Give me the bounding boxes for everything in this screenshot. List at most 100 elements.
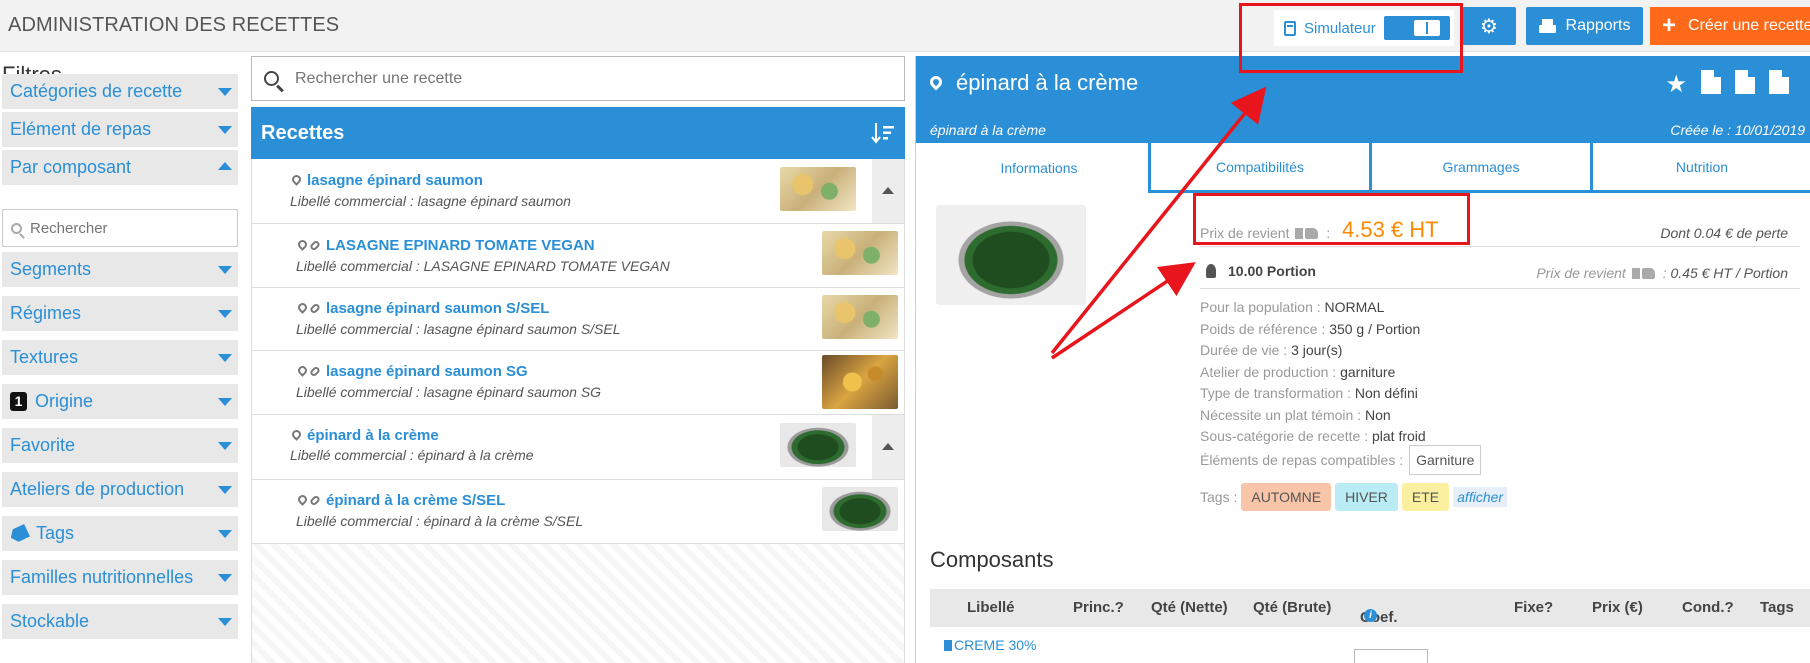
filter-stockable[interactable]: Stockable xyxy=(2,604,238,639)
component-search-field[interactable] xyxy=(2,209,238,247)
recipe-commercial: Libellé commercial : lasagne épinard sau… xyxy=(296,384,602,400)
print-icon[interactable] xyxy=(1701,70,1721,94)
detail-body: Prix de revient : 4.53 € HT Dont 0.04 € … xyxy=(930,193,1810,663)
filter-favorite[interactable]: Favorite xyxy=(2,428,238,463)
pin-icon xyxy=(290,173,303,186)
tab-informations[interactable]: Informations xyxy=(930,143,1148,193)
filter-label: Origine xyxy=(35,391,94,411)
filter-categories[interactable]: Catégories de recette xyxy=(2,74,238,109)
recipe-thumbnail xyxy=(822,231,898,275)
component-search-input[interactable] xyxy=(30,219,220,237)
filter-label: Elément de repas xyxy=(10,119,152,139)
col-header[interactable]: Qté (Nette) xyxy=(1151,599,1228,616)
chevron-down-icon xyxy=(218,88,232,96)
star-icon[interactable]: ★ xyxy=(1665,70,1687,99)
filter-label: Textures xyxy=(10,347,79,367)
link-icon xyxy=(308,365,322,378)
dish-photo xyxy=(936,205,1086,305)
filter-tags[interactable]: Tags xyxy=(2,516,238,551)
col-header[interactable]: Cond.? xyxy=(1682,599,1734,616)
list-item[interactable]: lasagne épinard saumon SG Libellé commer… xyxy=(252,351,904,415)
create-recipe-button[interactable]: + Créer une recette xyxy=(1650,7,1810,45)
filter-nutrition-families[interactable]: Familles nutritionnelles xyxy=(2,560,238,595)
recipe-commercial: Libellé commercial : épinard à la crème xyxy=(290,447,534,463)
chevron-down-icon xyxy=(218,310,232,318)
list-item[interactable]: lasagne épinard saumon Libellé commercia… xyxy=(252,159,904,224)
col-header[interactable]: Tags xyxy=(1760,599,1794,616)
info-row: Pour la population : NORMAL xyxy=(1200,299,1385,315)
chevron-down-icon xyxy=(218,398,232,406)
filter-label: Par composant xyxy=(10,157,132,177)
plus-icon: + xyxy=(1662,12,1677,39)
filter-textures[interactable]: Textures xyxy=(2,340,238,375)
chevron-up-icon[interactable] xyxy=(872,415,904,479)
show-tags-link[interactable]: afficher xyxy=(1453,487,1508,507)
list-item-selected[interactable]: épinard à la crème Libellé commercial : … xyxy=(252,415,904,480)
filter-ateliers[interactable]: Ateliers de production xyxy=(2,472,238,507)
col-header[interactable]: Princ.? xyxy=(1073,599,1124,616)
rapports-label: Rapports xyxy=(1565,17,1631,34)
portion-cost-value: 0.45 € HT / Portion xyxy=(1670,265,1788,281)
link-icon xyxy=(308,239,322,252)
info-icon[interactable]: i xyxy=(1364,609,1377,622)
chevron-up-icon xyxy=(218,162,232,170)
create-recipe-label: Créer une recette xyxy=(1688,17,1810,34)
filter-origine[interactable]: 1 Origine xyxy=(2,384,238,419)
recipe-commercial: Libellé commercial : lasagne épinard sau… xyxy=(290,193,571,209)
annotation-box-cost xyxy=(1193,193,1470,245)
info-row: Atelier de production : garniture xyxy=(1200,363,1396,380)
recipe-thumbnail xyxy=(822,487,898,531)
chevron-up-icon[interactable] xyxy=(872,159,904,223)
chevron-down-icon xyxy=(218,442,232,450)
settings-button[interactable]: ⚙ xyxy=(1462,7,1516,45)
pin-icon xyxy=(290,428,303,441)
coef-input[interactable] xyxy=(1354,649,1428,663)
export-icon[interactable] xyxy=(1735,70,1755,94)
filter-label: Favorite xyxy=(10,435,76,455)
search-icon xyxy=(264,71,279,86)
filter-meal-element[interactable]: Elément de repas xyxy=(2,112,238,147)
recipe-name: lasagne épinard saumon xyxy=(307,172,483,189)
chevron-down-icon xyxy=(218,574,232,582)
col-header[interactable]: Libellé xyxy=(967,599,1015,616)
tab-compatibilites[interactable]: Compatibilités xyxy=(1151,143,1369,190)
recipe-name: lasagne épinard saumon SG xyxy=(326,363,528,380)
pin-icon xyxy=(296,301,309,314)
list-item[interactable]: lasagne épinard saumon S/SEL Libellé com… xyxy=(252,288,904,351)
recipe-thumbnail xyxy=(822,295,898,339)
sort-icon[interactable] xyxy=(871,121,895,145)
detail-title: épinard à la crème xyxy=(956,70,1139,95)
table-row[interactable]: CREME 30% xyxy=(930,627,1810,663)
list-item[interactable]: épinard à la crème S/SEL Libellé commerc… xyxy=(252,480,904,544)
recipe-thumbnail xyxy=(822,355,898,409)
tab-grammages[interactable]: Grammages xyxy=(1372,143,1590,190)
col-header[interactable]: Fixe? xyxy=(1514,599,1553,616)
filter-regimes[interactable]: Régimes xyxy=(2,296,238,331)
recipes-header: Recettes xyxy=(251,107,905,159)
components-table-header: Libellé Princ.? Qté (Nette) Qté (Brute) … xyxy=(930,589,1810,627)
copy-icon[interactable] xyxy=(1769,70,1789,94)
filter-label: Régimes xyxy=(10,303,82,323)
link-icon xyxy=(308,302,322,315)
book-icon xyxy=(1641,268,1655,279)
recipe-name: épinard à la crème xyxy=(307,427,439,444)
portion-cost-label: Prix de revient xyxy=(1536,265,1626,281)
recipe-name: LASAGNE EPINARD TOMATE VEGAN xyxy=(326,237,595,254)
loss-value: Dont 0.04 € de perte xyxy=(1660,225,1788,241)
tab-nutrition[interactable]: Nutrition xyxy=(1593,143,1810,190)
component-name[interactable]: CREME 30% xyxy=(954,637,1036,653)
portion-count: 10.00 Portion xyxy=(1228,263,1316,279)
list-item[interactable]: LASAGNE EPINARD TOMATE VEGAN Libellé com… xyxy=(252,224,904,288)
rapports-button[interactable]: Rapports xyxy=(1526,7,1643,45)
bottle-icon xyxy=(944,640,952,651)
pin-icon xyxy=(296,238,309,251)
info-row: Type de transformation : Non défini xyxy=(1200,385,1418,401)
col-header[interactable]: Qté (Brute) xyxy=(1253,599,1331,616)
filter-segments[interactable]: Segments xyxy=(2,252,238,287)
recipe-search-field[interactable] xyxy=(251,56,905,101)
info-list: Pour la population : NORMAL Poids de réf… xyxy=(1200,297,1426,448)
recipe-search-input[interactable] xyxy=(295,69,895,88)
recipe-thumbnail xyxy=(780,167,856,211)
col-header[interactable]: Prix (€) xyxy=(1592,599,1643,616)
filter-by-component[interactable]: Par composant xyxy=(2,150,238,185)
